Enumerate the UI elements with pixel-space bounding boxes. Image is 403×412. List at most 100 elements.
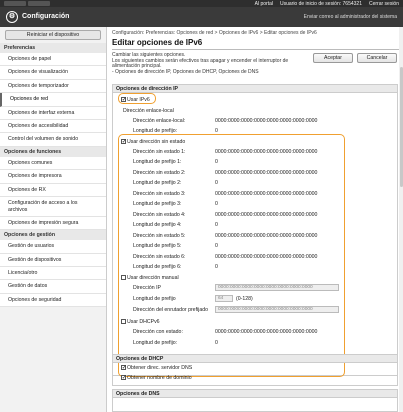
sidebar-item-security[interactable]: Opciones de seguridad [0,293,106,308]
sidebar-item-timer[interactable]: Opciones de temporizador [0,79,106,94]
stateless-1-label: Dirección sin estado 1: [133,149,186,155]
stateless-4-prefix-label: Longitud de prefijo 4: [133,222,182,228]
mail-admin-link[interactable]: Enviar correo al administrador del siste… [304,14,397,20]
checkbox-checked-icon [121,374,127,381]
tab-1[interactable] [4,1,26,6]
settings-logo-icon: ⚙ [6,11,18,23]
stateless-2-prefix-label: Longitud de prefijo 2: [133,180,182,186]
sidebar-item-printer[interactable]: Opciones de impresora [0,170,106,184]
sidebar-item-display[interactable]: Opciones de visualización [0,66,106,80]
sidebar-section-management: Opciones de gestión [0,230,106,241]
stateless-3-prefix-value: 0 [215,201,218,207]
link-local-value: 0000:0000:0000:0000:0000:0000:0000:0000 [215,118,318,124]
stateless-6-prefix-value: 0 [215,264,218,270]
dns-panel: Opciones de DNS [112,389,398,412]
sidebar-item-rx[interactable]: Opciones de RX [0,183,106,197]
checkbox-checked-icon [121,364,127,371]
dns-panel-header: Opciones de DNS [113,390,397,398]
stateless-4-prefix-value: 0 [215,222,218,228]
sidebar-item-users[interactable]: Gestión de usuarios [0,240,106,254]
sidebar-item-network[interactable]: Opciones de red [0,93,106,107]
sidebar-section-preferences: Preferencias [0,43,106,53]
stateless-5-label: Dirección sin estado 5: [133,233,186,239]
stateless-1-value: 0000:0000:0000:0000:0000:0000:0000:0000 [215,149,318,155]
title-divider [112,49,399,50]
use-dhcpv6-label: Usar DHCPv6 [127,319,160,325]
link-local-header: Dirección enlace-local [123,108,174,114]
tab-2[interactable] [28,1,50,6]
link-local-prefix-value: 0 [215,128,218,134]
stateless-6-value: 0000:0000:0000:0000:0000:0000:0000:0000 [215,254,318,260]
sidebar-item-accessibility[interactable]: Opciones de accesibilidad [0,119,106,134]
main-content: Configuración: Preferencias: Opciones de… [108,27,403,412]
restart-device-button[interactable]: Reiniciar el dispositivo [5,30,101,40]
stateless-6-label: Dirección sin estado 6: [133,254,186,260]
stateful-prefix-value: 0 [215,340,218,346]
scrollbar[interactable] [399,27,403,412]
use-manual-checkbox[interactable]: Usar dirección manual [121,275,179,281]
manual-prefix-input[interactable]: 64 [215,295,233,302]
sidebar-item-devices[interactable]: Gestión de dispositivos [0,253,106,268]
manual-ip-label: Dirección IP [133,285,161,291]
checkbox-unchecked-icon [121,319,126,325]
stateful-address-label: Dirección con estado: [133,329,183,335]
manual-prefix-label: Longitud de prefijo [133,296,176,302]
stateless-3-prefix-label: Longitud de prefijo 3: [133,201,182,207]
sidebar: Reiniciar el dispositivo Preferencias Op… [0,27,107,412]
app-title: Configuración [22,13,70,20]
use-stateless-checkbox[interactable]: Usar dirección sin estado [121,138,186,145]
stateless-2-label: Dirección sin estado 2: [133,170,186,176]
instructions-note: Cambiar las siguientes opciones. Los sig… [112,52,289,75]
use-ipv6-checkbox[interactable]: Usar IPv6 [121,96,150,103]
manual-prefix-range: (0-128) [236,296,253,302]
stateless-1-prefix-value: 0 [215,159,218,165]
stateless-2-prefix-value: 0 [215,180,218,186]
stateless-2-value: 0000:0000:0000:0000:0000:0000:0000:0000 [215,170,318,176]
stateless-3-label: Dirección sin estado 3: [133,191,186,197]
sidebar-item-volume[interactable]: Control del volumen de sonido [0,133,106,147]
sidebar-item-file-access[interactable]: Configuración de acceso a los archivos [0,196,106,217]
browser-top-strip: Al portal Usuario de inicio de sesión: 7… [0,0,403,7]
obtain-dns-label: Obtener direc. servidor DNS [127,365,193,371]
stateless-1-prefix-label: Longitud de prefijo 1: [133,159,182,165]
ip-panel-header: Opciones de dirección IP [113,85,397,93]
cancel-button[interactable]: Cancelar [357,53,397,63]
stateless-5-prefix-label: Longitud de prefijo 5: [133,243,182,249]
sidebar-item-paper[interactable]: Opciones de papel [0,53,106,67]
use-stateless-label: Usar dirección sin estado [127,139,186,145]
checkbox-checked-icon [121,138,127,145]
checkbox-unchecked-icon [121,275,126,281]
scrollbar-thumb[interactable] [399,67,403,187]
dhcp-panel-header: Opciones de DHCP [113,355,397,363]
ok-button[interactable]: Aceptar [313,53,353,63]
use-manual-label: Usar dirección manual [127,275,179,281]
sidebar-section-functions: Opciones de funciones [0,146,106,157]
browser-tabs [4,1,50,6]
stateful-prefix-label: Longitud de prefijo: [133,340,178,346]
breadcrumb: Configuración: Preferencias: Opciones de… [112,30,317,36]
manual-gateway-input[interactable]: 0000:0000:0000:0000:0000:0000:0000:0000 [215,306,339,313]
stateless-5-prefix-value: 0 [215,243,218,249]
sidebar-item-secure-print[interactable]: Opciones de impresión segura [0,216,106,231]
obtain-domain-label: Obtener nombre de dominio [127,375,192,381]
stateless-4-label: Dirección sin estado 4: [133,212,186,218]
stateless-5-value: 0000:0000:0000:0000:0000:0000:0000:0000 [215,233,318,239]
obtain-domain-checkbox[interactable]: Obtener nombre de dominio [121,374,192,381]
manual-gateway-label: Dirección del enrutador prefijado [133,307,208,313]
page-title: Editar opciones de IPv6 [112,38,203,47]
sidebar-item-license[interactable]: Licencia/otro [0,267,106,281]
use-dhcpv6-checkbox[interactable]: Usar DHCPv6 [121,319,160,325]
sidebar-item-common[interactable]: Opciones comunes [0,156,106,171]
checkbox-checked-icon [121,96,127,103]
link-local-prefix-label: Longitud de prefijo: [133,128,178,134]
manual-ip-input[interactable]: 0000:0000:0000:0000:0000:0000:0000:0000 [215,284,339,291]
stateless-4-value: 0000:0000:0000:0000:0000:0000:0000:0000 [215,212,318,218]
sidebar-item-data[interactable]: Gestión de datos [0,280,106,294]
use-ipv6-label: Usar IPv6 [127,97,150,103]
app-header: ⚙ Configuración Enviar correo al adminis… [0,7,403,27]
sidebar-item-external-interface[interactable]: Opciones de interfaz externa [0,106,106,120]
stateless-3-value: 0000:0000:0000:0000:0000:0000:0000:0000 [215,191,318,197]
link-local-label: Dirección enlace-local: [133,118,186,124]
obtain-dns-checkbox[interactable]: Obtener direc. servidor DNS [121,364,193,371]
stateless-6-prefix-label: Longitud de prefijo 6: [133,264,182,270]
